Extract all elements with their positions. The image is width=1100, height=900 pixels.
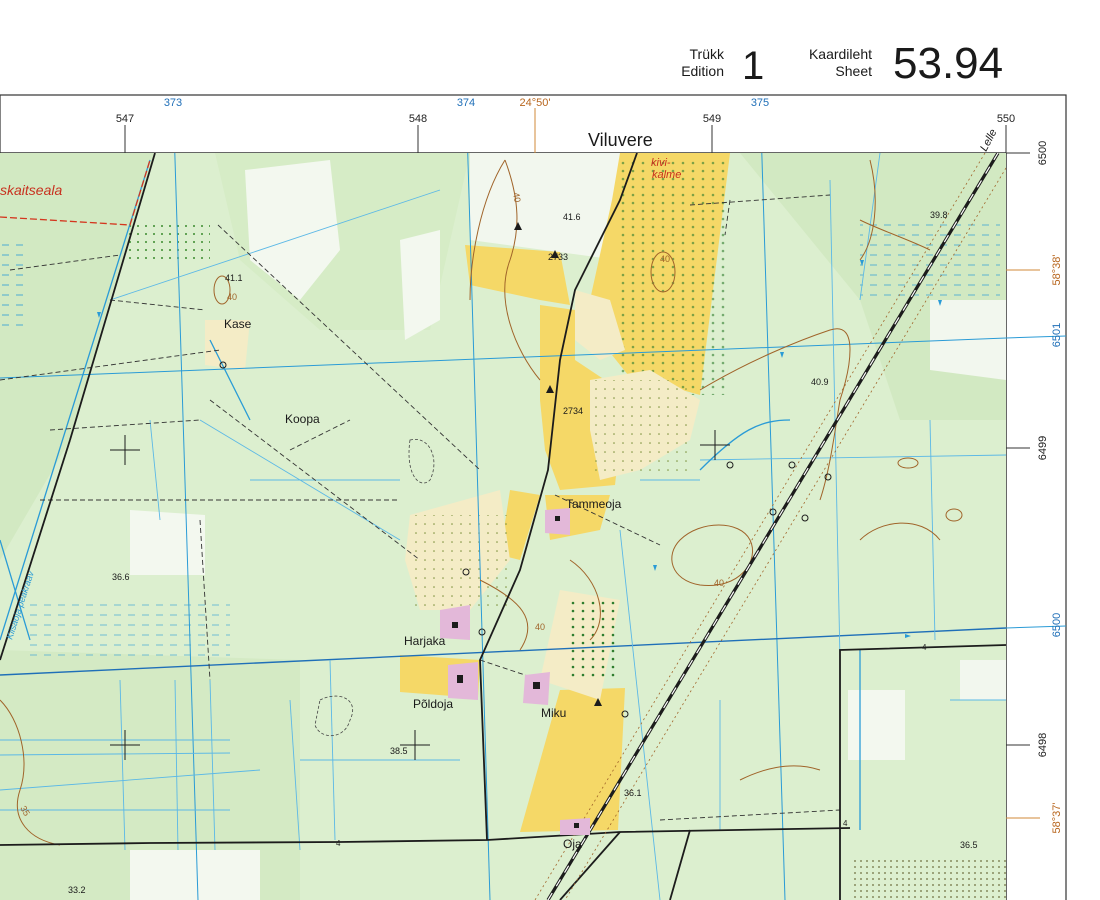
latitude-label-38: 58°38'	[1051, 255, 1063, 286]
marsh-area	[0, 240, 30, 330]
place-tammeoja: Tammeoja	[566, 497, 622, 511]
place-miku: Miku	[541, 706, 566, 720]
settlement-dots	[590, 380, 690, 475]
km-label-547: 547	[116, 113, 134, 125]
open-area	[130, 510, 205, 575]
km-label-6499: 6499	[1037, 436, 1049, 460]
contour-label: 40	[535, 622, 545, 632]
benchmark-2733: 2733	[548, 252, 568, 262]
km-label-549: 549	[703, 113, 721, 125]
place-viluvere: Viluvere	[588, 130, 653, 150]
place-poldoja: Põldoja	[413, 697, 453, 711]
label-reserve: skaitseala	[0, 182, 62, 198]
elevation-39-8: 39.8	[930, 210, 948, 220]
benchmark-2734: 2734	[563, 406, 583, 416]
elevation-41-1: 41.1	[225, 273, 243, 283]
settlement-dots	[410, 515, 510, 610]
place-harjaka: Harjaka	[404, 634, 446, 648]
elevation-40-9: 40.9	[811, 377, 829, 387]
contour-label: 40	[511, 192, 523, 204]
elevation-36-1: 36.1	[624, 788, 642, 798]
latitude-label-37: 58°37'	[1051, 803, 1063, 834]
km-label-6498: 6498	[1037, 733, 1049, 757]
road-number: 4	[843, 819, 848, 828]
elevation-33-2: 33.2	[68, 885, 86, 895]
marsh-area	[860, 220, 1000, 300]
km-label-6500-top: 6500	[1037, 141, 1049, 165]
place-koopa: Koopa	[285, 412, 320, 426]
elevation-36-5: 36.5	[960, 840, 978, 850]
elevation-38-5: 38.5	[390, 746, 408, 756]
open-area	[130, 850, 260, 900]
label-kivikalme-1: kivi-	[651, 157, 671, 169]
marsh-area	[30, 600, 230, 660]
place-kase: Kase	[224, 317, 252, 331]
km-label-548: 548	[409, 113, 427, 125]
grid-label-6501: 6501	[1051, 323, 1063, 347]
label-kivikalme-2: kalme	[652, 169, 681, 181]
longitude-label: 24°50'	[520, 97, 551, 109]
contour-label: 40	[714, 578, 724, 588]
orchard-pattern	[125, 225, 210, 265]
km-label-550: 550	[997, 113, 1015, 125]
grid-label-375: 375	[751, 97, 769, 109]
grid-label-374: 374	[457, 97, 475, 109]
elevation-36-6: 36.6	[112, 572, 130, 582]
contour-label: 40	[660, 254, 670, 264]
contour-label: 40	[227, 292, 237, 302]
orchard-pattern	[565, 600, 620, 680]
open-area	[848, 690, 905, 760]
road-number: 4	[336, 839, 341, 848]
grid-label-373: 373	[164, 97, 182, 109]
road-number: 4	[922, 643, 927, 652]
grid-label-6500: 6500	[1051, 613, 1063, 637]
sand-area	[850, 860, 1006, 900]
place-oja: Oja	[563, 837, 582, 851]
open-area	[960, 660, 1006, 700]
elevation-41-6: 41.6	[563, 212, 581, 222]
topographic-map[interactable]: 373 374 375 24°50' 547 548 549 550 6500 …	[0, 0, 1100, 900]
